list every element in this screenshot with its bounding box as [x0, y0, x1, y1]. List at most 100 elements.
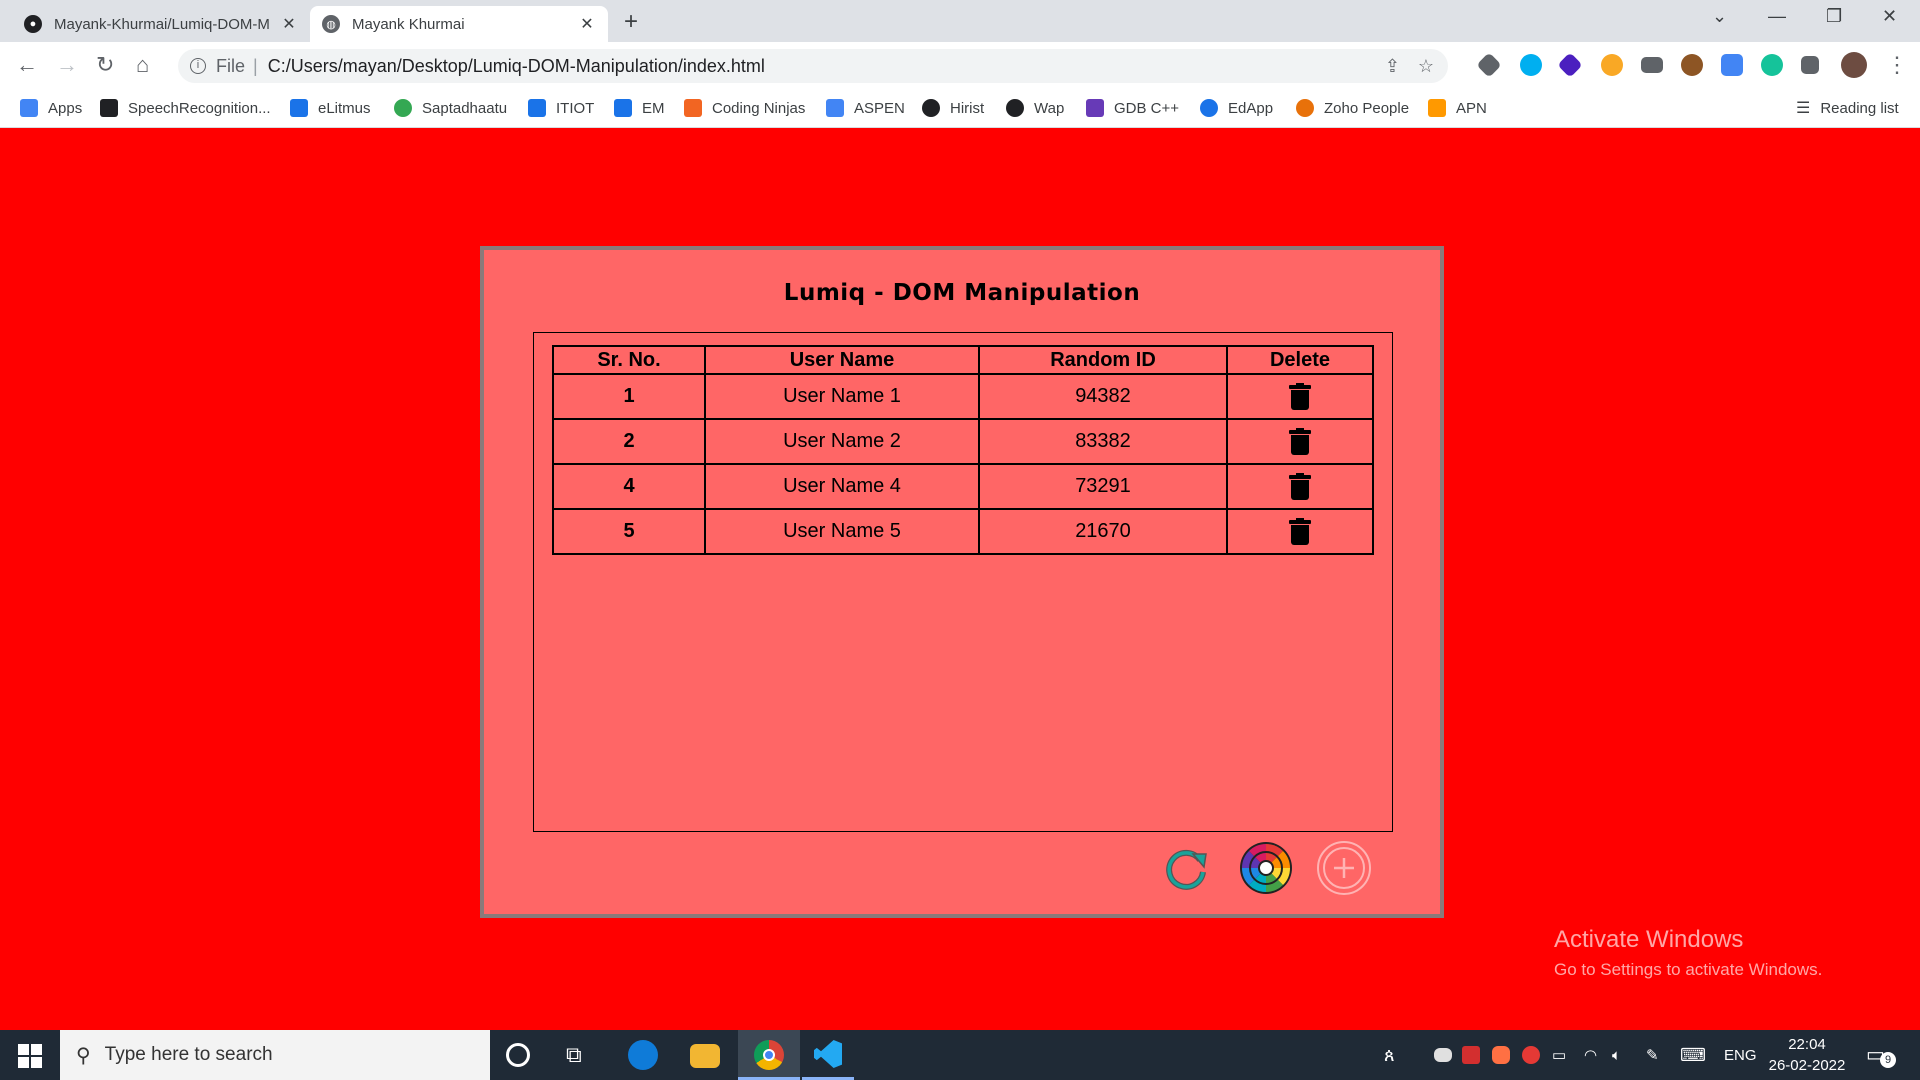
address-bar[interactable]: i File | C:/Users/mayan/Desktop/Lumiq-DO… — [178, 49, 1448, 83]
bookmark-item[interactable]: Wap — [1006, 88, 1064, 128]
back-icon[interactable]: ← — [16, 52, 38, 78]
bookmark-star-icon[interactable]: ☆ — [1418, 56, 1434, 77]
cortana-icon[interactable] — [506, 1043, 530, 1067]
reading-list[interactable]: ☰ Reading list — [1796, 88, 1899, 128]
table-row: 5 User Name 5 21670 — [552, 508, 1374, 555]
tab-title: Mayank-Khurmai/Lumiq-DOM-M — [54, 15, 270, 33]
url-scheme: File — [216, 55, 246, 76]
cell-random-id: 73291 — [978, 463, 1228, 510]
edge-browser-icon[interactable] — [628, 1040, 658, 1070]
battery-icon[interactable]: ▭ — [1552, 1030, 1566, 1080]
wifi-icon[interactable]: ◠ — [1584, 1030, 1597, 1080]
people-icon[interactable]: ጰ — [1384, 1030, 1395, 1080]
chrome-taskbar-button[interactable] — [738, 1030, 800, 1080]
extensions-puzzle-icon[interactable] — [1801, 56, 1819, 74]
clock-date: 26-02-2022 — [1768, 1057, 1846, 1074]
close-tab-icon[interactable]: ✕ — [578, 14, 596, 34]
cell-sr-no: 1 — [552, 373, 706, 420]
xampp-icon[interactable] — [1492, 1046, 1510, 1064]
user-table: Sr. No. User Name Random ID Delete 1 Use… — [552, 345, 1374, 555]
task-view-icon[interactable]: ⧉ — [566, 1042, 582, 1072]
new-tab-icon[interactable]: + — [624, 8, 638, 36]
bookmark-item[interactable]: Coding Ninjas — [684, 88, 805, 128]
tab-search-icon[interactable]: ⌄ — [1712, 6, 1727, 27]
bookmark-apps[interactable]: Apps — [20, 88, 82, 128]
windows-start-icon[interactable] — [18, 1044, 42, 1068]
header-sr-no: Sr. No. — [552, 345, 706, 375]
share-icon[interactable]: ⇪ — [1385, 56, 1400, 77]
pen-icon[interactable]: ✎ — [1646, 1030, 1659, 1080]
cell-user-name: User Name 4 — [704, 463, 980, 510]
security-shield-icon[interactable] — [1462, 1046, 1480, 1064]
vscode-taskbar-button[interactable] — [802, 1030, 854, 1080]
minimize-icon[interactable]: — — [1768, 6, 1786, 27]
color-wheel-icon[interactable] — [1238, 840, 1294, 896]
tab-title: Mayank Khurmai — [352, 15, 465, 33]
bookmark-item[interactable]: Zoho People — [1296, 88, 1409, 128]
menu-kebab-icon[interactable]: ⋮ — [1886, 52, 1908, 78]
bookmark-item[interactable]: EdApp — [1200, 88, 1273, 128]
tab-current[interactable]: ◍ Mayank Khurmai ✕ — [310, 6, 608, 42]
reload-icon[interactable]: ↻ — [96, 52, 114, 78]
bookmark-item[interactable]: Hirist — [922, 88, 984, 128]
bookmark-item[interactable]: SpeechRecognition... — [100, 88, 271, 128]
bookmark-item[interactable]: GDB C++ — [1086, 88, 1179, 128]
bookmark-favicon — [614, 99, 632, 117]
close-window-icon[interactable]: ✕ — [1882, 6, 1897, 27]
bookmark-item[interactable]: APN — [1428, 88, 1487, 128]
trash-icon[interactable] — [1289, 382, 1311, 411]
restore-icon[interactable]: ❐ — [1826, 6, 1842, 27]
tray-red-icon[interactable] — [1522, 1046, 1540, 1064]
keyboard-icon[interactable]: ⌨ — [1680, 1030, 1706, 1080]
header-user-name: User Name — [704, 345, 980, 375]
profile-avatar[interactable] — [1841, 52, 1867, 78]
vscode-icon — [814, 1040, 842, 1068]
extension-diamond-icon[interactable] — [1557, 52, 1583, 78]
grammarly-extension-icon[interactable] — [1761, 54, 1783, 76]
bookmark-favicon — [826, 99, 844, 117]
tray-app-icon[interactable] — [1434, 1048, 1452, 1062]
page-title: Lumiq - DOM Manipulation — [783, 280, 1141, 306]
header-delete: Delete — [1226, 345, 1374, 375]
clock-time: 22:04 — [1788, 1036, 1826, 1053]
bookmark-item[interactable]: ITIOT — [528, 88, 594, 128]
bookmark-favicon — [290, 99, 308, 117]
home-icon[interactable]: ⌂ — [136, 52, 149, 78]
trash-icon[interactable] — [1289, 427, 1311, 456]
translate-extension-icon[interactable] — [1721, 54, 1743, 76]
apps-grid-icon — [20, 99, 38, 117]
search-icon: ⚲ — [76, 1044, 91, 1067]
cell-sr-no: 4 — [552, 463, 706, 510]
chrome-icon-center — [763, 1049, 775, 1061]
taskbar-search-box[interactable]: ⚲ Type here to search — [60, 1030, 490, 1080]
bookmark-item[interactable]: eLitmus — [290, 88, 371, 128]
taskbar-clock[interactable]: 22:04 26-02-2022 — [1762, 1034, 1852, 1076]
table-header-row: Sr. No. User Name Random ID Delete — [552, 345, 1374, 375]
add-circle-icon[interactable] — [1316, 840, 1372, 896]
eyedropper-extension-icon[interactable] — [1476, 52, 1502, 78]
forward-icon[interactable]: → — [56, 52, 78, 78]
skype-extension-icon[interactable] — [1520, 54, 1542, 76]
tab-github[interactable]: ● Mayank-Khurmai/Lumiq-DOM-M ✕ — [12, 6, 310, 42]
cell-sr-no: 5 — [552, 508, 706, 555]
close-tab-icon[interactable]: ✕ — [280, 14, 298, 34]
trash-icon[interactable] — [1289, 472, 1311, 501]
refresh-icon[interactable] — [1162, 846, 1210, 894]
language-indicator[interactable]: ENG — [1724, 1030, 1757, 1080]
bookmark-item[interactable]: Saptadhaatu — [394, 88, 507, 128]
activate-windows-watermark: Activate Windows Go to Settings to activ… — [1554, 926, 1822, 980]
bookmark-favicon — [1428, 99, 1446, 117]
volume-icon[interactable]: 🔈︎ — [1612, 1030, 1621, 1080]
cell-random-id: 94382 — [978, 373, 1228, 420]
cookie-extension-icon[interactable] — [1681, 54, 1703, 76]
bookmark-item[interactable]: EM — [614, 88, 665, 128]
cell-delete — [1226, 418, 1374, 465]
notification-center-icon[interactable]: ▭ 9 — [1866, 1042, 1896, 1068]
bookmark-favicon — [1296, 99, 1314, 117]
info-icon[interactable]: i — [190, 58, 206, 74]
trash-icon[interactable] — [1289, 517, 1311, 546]
bookmark-item[interactable]: ASPEN — [826, 88, 905, 128]
extension-g-icon[interactable] — [1601, 54, 1623, 76]
file-explorer-icon[interactable] — [690, 1044, 720, 1068]
cast-icon[interactable] — [1641, 57, 1663, 73]
